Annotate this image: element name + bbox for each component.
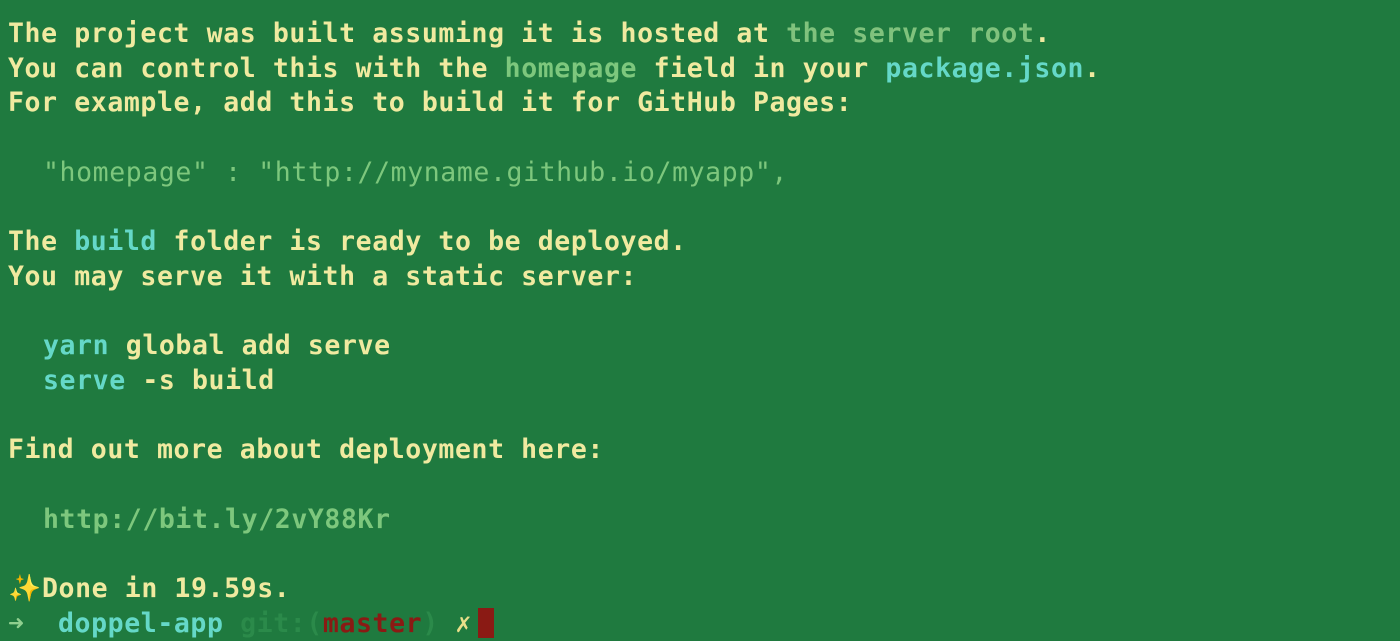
right-arrow-icon: ➜ <box>8 607 25 639</box>
output-text: field in your <box>637 52 886 84</box>
deployment-url[interactable]: http://bit.ly/2vY88Kr <box>43 504 391 535</box>
command-args: global add serve <box>109 330 391 362</box>
x-mark-icon: ✗ <box>455 607 472 639</box>
output-line-serve: You may serve it with a static server: <box>8 260 1400 295</box>
output-text: . <box>1034 18 1051 49</box>
build-folder-highlight: build <box>74 226 157 258</box>
command-args: -s build <box>125 364 275 396</box>
yarn-command: yarn <box>43 330 110 362</box>
git-branch: master <box>322 607 423 639</box>
server-root-highlight: the server root <box>786 18 1035 49</box>
output-text: folder is ready to be deployed. <box>157 226 687 258</box>
output-line-build-ready: The build folder is ready to be deployed… <box>8 225 1400 260</box>
serve-command: serve <box>43 364 126 396</box>
done-line: ✨Done in 19.59s. <box>8 572 1400 607</box>
package-json-highlight: package.json <box>885 52 1085 84</box>
shell-prompt[interactable]: ➜ doppel-app git:(master) ✗ <box>8 607 1400 641</box>
output-text: . <box>1084 52 1101 84</box>
homepage-highlight: homepage <box>504 52 638 84</box>
text-cursor <box>477 607 494 638</box>
terminal-window[interactable]: The project was built assuming it is hos… <box>0 0 1400 641</box>
git-label-close: ) <box>422 607 439 639</box>
output-text: The <box>8 226 75 258</box>
prompt-directory: doppel-app <box>58 607 224 639</box>
sparkles-icon: ✨ <box>8 573 42 604</box>
output-text: Find out more about deployment here: <box>8 434 604 466</box>
output-text: You can control this with the <box>8 52 505 84</box>
output-line-control: You can control this with the homepage f… <box>8 52 1400 87</box>
output-line-deployment: Find out more about deployment here: <box>8 433 1400 468</box>
output-text: For example, add this to build it for Gi… <box>8 87 853 119</box>
homepage-code-snippet: "homepage" : "http://myname.github.io/my… <box>43 156 788 188</box>
output-line-hosting: The project was built assuming it is hos… <box>8 17 1400 52</box>
homepage-code-line: "homepage" : "http://myname.github.io/my… <box>8 156 1400 191</box>
command-line-yarn: yarn global add serve <box>8 329 1400 364</box>
deployment-url-line: http://bit.ly/2vY88Kr <box>8 503 1400 538</box>
command-line-serve: serve -s build <box>8 364 1400 399</box>
output-text: You may serve it with a static server: <box>8 260 638 292</box>
output-text: The project was built assuming it is hos… <box>8 18 787 49</box>
output-line-example: For example, add this to build it for Gi… <box>8 86 1400 121</box>
git-label: git:( <box>240 607 323 639</box>
done-message: Done in 19.59s. <box>42 573 291 604</box>
